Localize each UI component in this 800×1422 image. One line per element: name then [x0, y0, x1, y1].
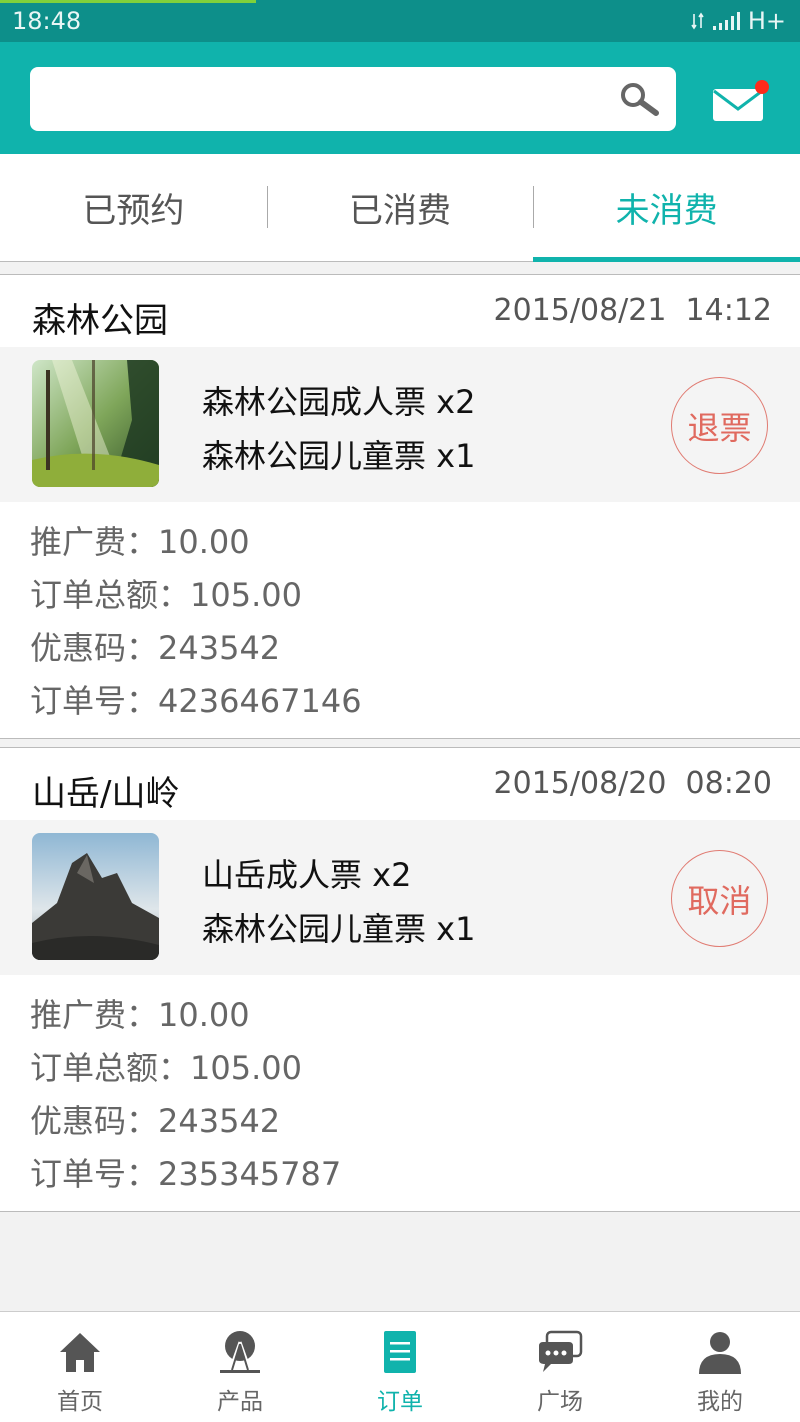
order-number: 订单号：4236467146 [30, 682, 362, 720]
loading-progress [0, 0, 256, 3]
ticket-list: 森林公园成人票 x2 森林公园儿童票 x1 [202, 375, 475, 483]
order-body: 森林公园成人票 x2 森林公园儿童票 x1 退票 [0, 347, 800, 502]
search-input[interactable] [46, 67, 606, 131]
order-details: 推广费：10.00 订单总额：105.00 优惠码：243542 订单号：423… [0, 502, 800, 738]
tab-label: 已预约 [82, 191, 185, 231]
order-name: 森林公园 [32, 301, 168, 341]
coupon-code: 优惠码：243542 [30, 1102, 281, 1140]
nav-label: 我的 [697, 1389, 743, 1415]
tab-label: 已消费 [349, 191, 451, 231]
nav-product[interactable]: 产品 [160, 1312, 320, 1422]
order-number: 订单号：235345787 [30, 1155, 342, 1193]
order-clock: 14:12 [685, 293, 772, 328]
home-icon [60, 1333, 100, 1372]
chat-icon [539, 1330, 583, 1372]
product-icon [220, 1331, 260, 1373]
coupon-code: 优惠码：243542 [30, 629, 281, 667]
bottom-nav: 首页 产品 订单 广场 我的 [0, 1311, 800, 1422]
status-bar: 18:48 H+ [0, 0, 800, 42]
network-type: H+ [747, 7, 786, 35]
order-total: 订单总额：105.00 [30, 576, 302, 614]
tab-booked[interactable]: 已预约 [0, 154, 267, 261]
order-datetime: 2015/08/21 14:12 [494, 293, 772, 328]
status-indicators: H+ [691, 7, 786, 35]
signal-icon [712, 12, 740, 30]
tab-label: 未消费 [615, 191, 718, 231]
order-body: 山岳成人票 x2 森林公园儿童票 x1 取消 [0, 820, 800, 975]
ticket-list: 山岳成人票 x2 森林公园儿童票 x1 [202, 848, 475, 956]
search-box[interactable] [30, 67, 676, 131]
status-time: 18:48 [12, 7, 82, 35]
forest-thumbnail [32, 360, 159, 487]
nav-mine[interactable]: 我的 [640, 1312, 800, 1422]
ticket-item: 森林公园成人票 x2 [202, 383, 476, 421]
message-button[interactable] [712, 79, 770, 123]
order-details: 推广费：10.00 订单总额：105.00 优惠码：243542 订单号：235… [0, 975, 800, 1211]
order-header: 山岳/山岭 2015/08/20 08:20 [0, 748, 800, 820]
nav-home[interactable]: 首页 [0, 1312, 160, 1422]
cancel-button[interactable]: 取消 [671, 850, 768, 947]
order-datetime: 2015/08/20 08:20 [494, 766, 772, 801]
order-card[interactable]: 森林公园 2015/08/21 14:12 森林公园成人票 x2 森林公园儿童票… [0, 274, 800, 739]
promo-fee: 推广费：10.00 [30, 523, 250, 561]
nav-order[interactable]: 订单 [320, 1312, 480, 1422]
nav-label: 广场 [537, 1389, 583, 1415]
ticket-item: 森林公园儿童票 x1 [202, 910, 476, 948]
order-name: 山岳/山岭 [32, 774, 180, 814]
header [0, 42, 800, 154]
nav-label: 订单 [377, 1389, 423, 1415]
order-clock: 08:20 [685, 766, 772, 801]
data-transfer-icon [691, 12, 704, 30]
ticket-item: 森林公园儿童票 x1 [202, 437, 476, 475]
ticket-item: 山岳成人票 x2 [202, 856, 412, 894]
tab-unconsumed[interactable]: 未消费 [533, 154, 800, 262]
search-icon[interactable] [618, 81, 660, 117]
nav-label: 首页 [57, 1389, 103, 1415]
order-icon [384, 1331, 416, 1373]
order-date: 2015/08/21 [493, 293, 667, 328]
order-tabs: 已预约 已消费 未消费 [0, 154, 800, 262]
refund-button[interactable]: 退票 [671, 377, 768, 474]
promo-fee: 推广费：10.00 [30, 996, 250, 1034]
mountain-thumbnail [32, 833, 159, 960]
tab-consumed[interactable]: 已消费 [266, 154, 534, 261]
order-header: 森林公园 2015/08/21 14:12 [0, 275, 800, 347]
user-icon [699, 1332, 741, 1374]
order-total: 订单总额：105.00 [30, 1049, 302, 1087]
order-date: 2015/08/20 [493, 766, 667, 801]
nav-square[interactable]: 广场 [480, 1312, 640, 1422]
notification-dot [755, 80, 769, 94]
order-card[interactable]: 山岳/山岭 2015/08/20 08:20 山岳成人票 x2 森林公园儿童票 … [0, 747, 800, 1212]
nav-label: 产品 [217, 1389, 263, 1415]
